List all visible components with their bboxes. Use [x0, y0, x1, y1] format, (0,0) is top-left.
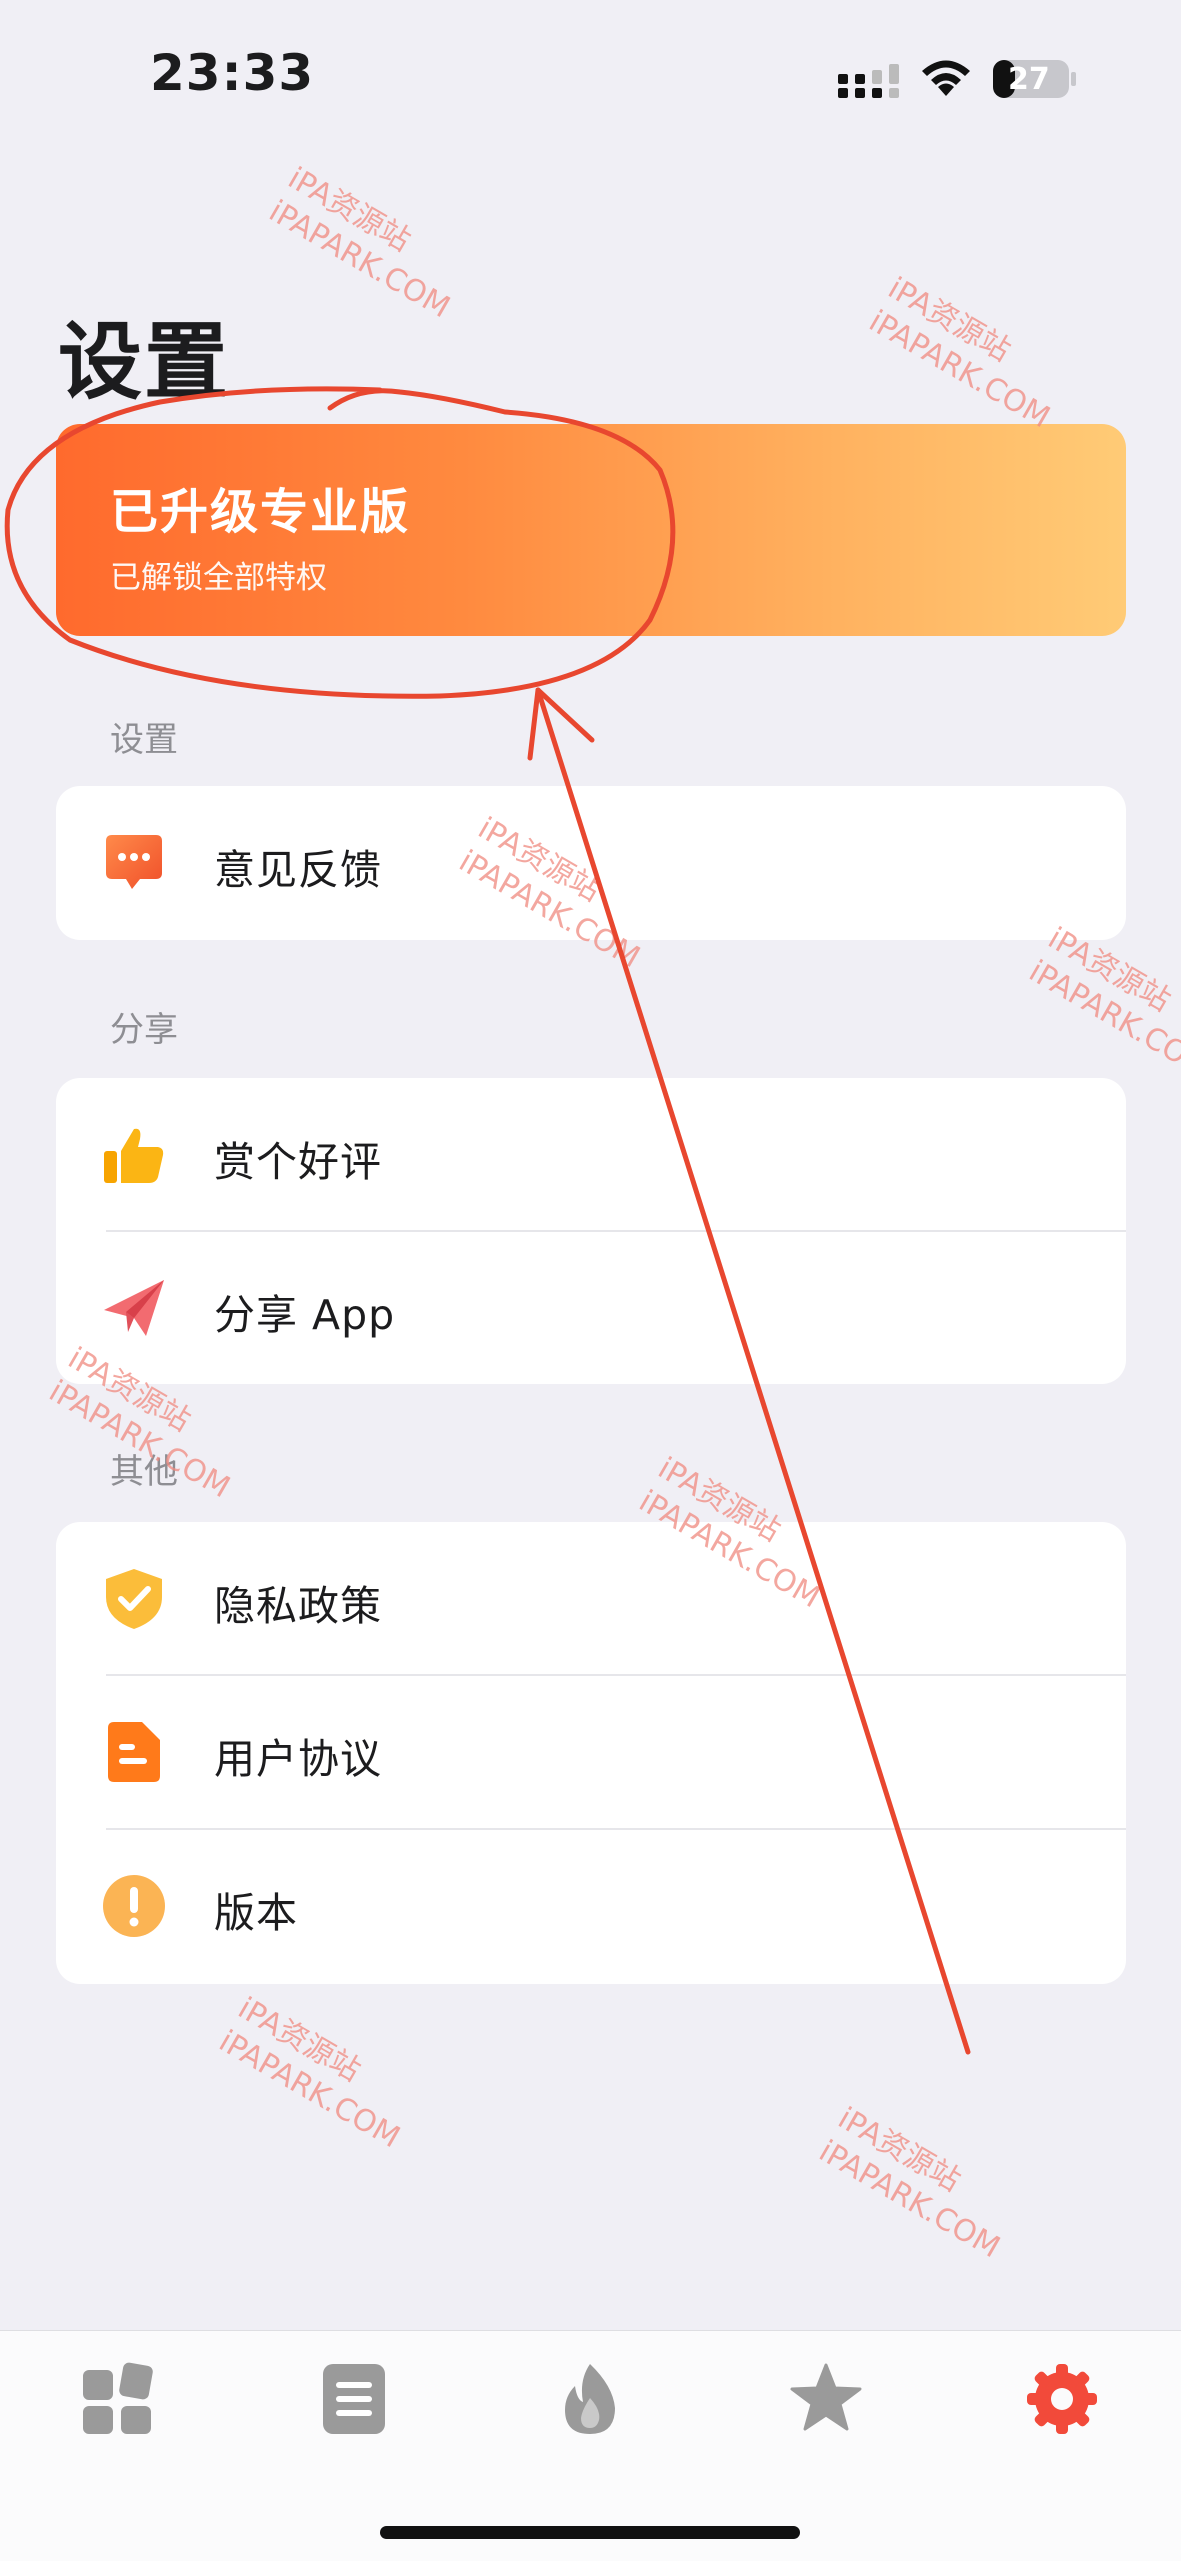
page-title: 设置 [58, 313, 231, 411]
rate-app-row[interactable]: 赏个好评 [56, 1078, 1126, 1231]
section-label-share: 分享 [110, 1010, 178, 1050]
list-document-icon[interactable] [317, 2362, 391, 2436]
share-app-label: 分享 App [214, 1291, 396, 1339]
flame-icon[interactable] [553, 2362, 627, 2436]
watermark: iPA资源站 iPAPARK.COM [213, 1990, 406, 2156]
cellular-signal-icon [838, 64, 899, 98]
status-time: 23:33 [150, 44, 315, 102]
feedback-label: 意见反馈 [214, 846, 382, 894]
wifi-icon [922, 60, 970, 96]
widgets-icon[interactable] [81, 2362, 155, 2436]
document-icon [108, 1722, 160, 1782]
pro-title: 已升级专业版 [110, 484, 411, 540]
paper-plane-icon [104, 1280, 164, 1336]
annotation-arrow-head [527, 687, 595, 761]
pro-subtitle: 已解锁全部特权 [110, 560, 327, 596]
watermark: iPA资源站 iPAPARK.COM [263, 160, 456, 326]
feedback-chat-icon [106, 835, 162, 889]
version-label: 版本 [214, 1889, 298, 1937]
other-group: 隐私政策 用户协议 版本 [56, 1522, 1126, 1984]
share-group: 赏个好评 分享 App [56, 1078, 1126, 1384]
info-exclamation-icon [103, 1875, 165, 1937]
rate-app-label: 赏个好评 [214, 1138, 382, 1186]
battery-level: 27 [1008, 62, 1050, 97]
gear-icon[interactable] [1025, 2362, 1099, 2436]
section-label-settings: 设置 [110, 720, 178, 760]
user-agreement-row[interactable]: 用户协议 [56, 1675, 1126, 1828]
battery-indicator: 27 [992, 59, 1078, 99]
home-indicator [380, 2526, 800, 2539]
privacy-policy-label: 隐私政策 [214, 1582, 382, 1630]
share-app-row[interactable]: 分享 App [56, 1231, 1126, 1384]
watermark: iPA资源站 iPAPARK.COM [863, 270, 1056, 436]
shield-check-icon [106, 1569, 162, 1629]
watermark: iPA资源站 iPAPARK.COM [813, 2100, 1006, 2266]
version-row[interactable]: 版本 [56, 1829, 1126, 1982]
thumbs-up-icon [104, 1128, 164, 1183]
star-icon[interactable] [789, 2362, 863, 2436]
privacy-policy-row[interactable]: 隐私政策 [56, 1522, 1126, 1675]
user-agreement-label: 用户协议 [214, 1735, 382, 1783]
watermark: iPA资源站 iPAPARK.COM [1023, 920, 1181, 1086]
